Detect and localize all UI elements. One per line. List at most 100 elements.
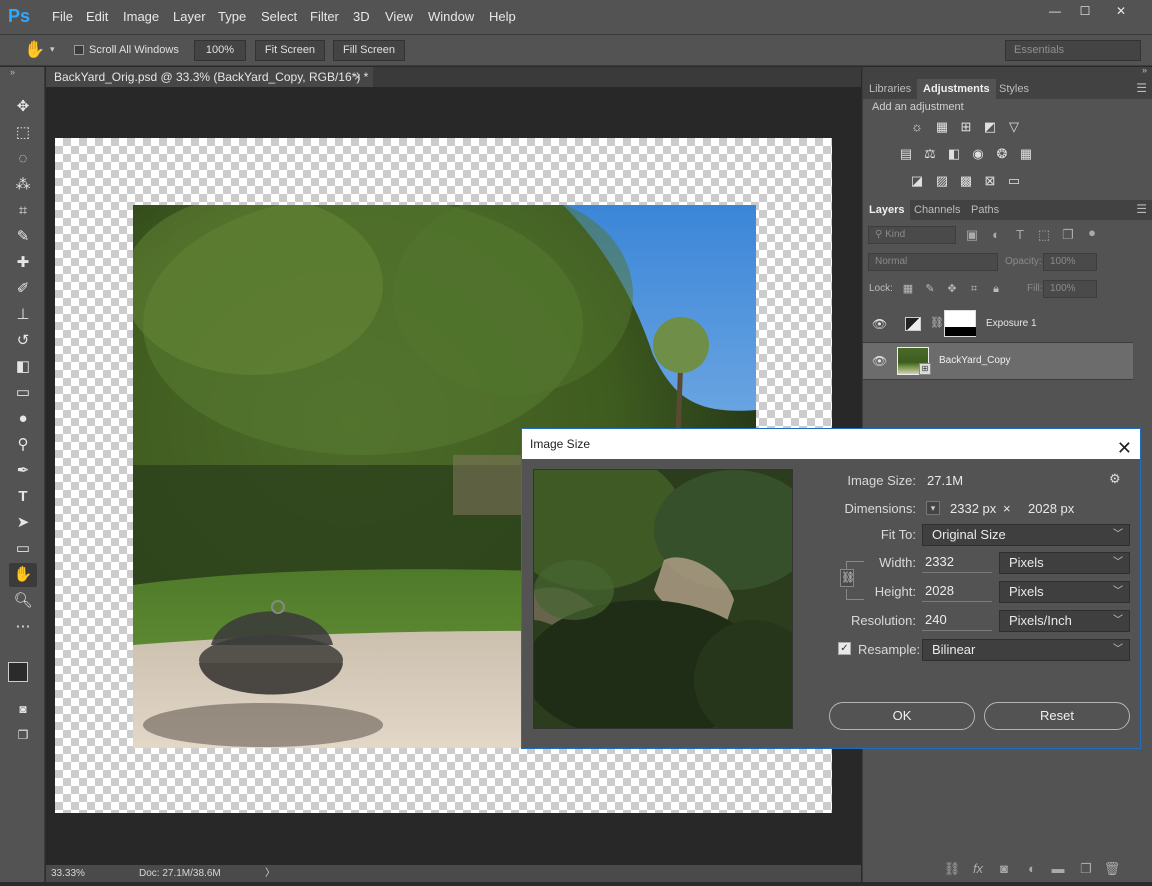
minimize-button[interactable]: — — [1040, 2, 1070, 20]
type-tool-icon[interactable]: T — [9, 485, 37, 509]
new-group-icon[interactable]: ▬ — [1049, 861, 1067, 877]
document-tab[interactable]: BackYard_Orig.psd @ 33.3% (BackYard_Copy… — [46, 67, 373, 87]
ok-button[interactable]: OK — [829, 702, 975, 730]
marquee-tool-icon[interactable]: ⬚ — [9, 121, 37, 145]
exposure-icon[interactable]: ◩ — [981, 119, 999, 135]
status-menu-arrow-icon[interactable]: 〉 — [265, 865, 275, 882]
selective-color-icon[interactable]: ⊠ — [981, 173, 999, 189]
quick-select-tool-icon[interactable]: ⁂ — [9, 173, 37, 197]
gradient-tool-icon[interactable]: ▭ — [9, 381, 37, 405]
eraser-tool-icon[interactable]: ◧ — [9, 355, 37, 379]
maximize-button[interactable]: ☐ — [1070, 2, 1100, 20]
close-tab-icon[interactable]: × — [354, 67, 361, 87]
workspace-select[interactable]: Essentials — [1005, 40, 1141, 61]
lasso-tool-icon[interactable]: ◌ — [9, 147, 37, 171]
menu-window[interactable]: Window — [428, 9, 474, 24]
fit-screen-button[interactable]: Fit Screen — [255, 40, 325, 61]
layer-name[interactable]: BackYard_Copy — [939, 355, 1011, 366]
healing-brush-tool-icon[interactable]: ✚ — [9, 251, 37, 275]
menu-edit[interactable]: Edit — [86, 9, 108, 24]
tab-styles[interactable]: Styles — [993, 79, 1035, 99]
blur-tool-icon[interactable]: ● — [9, 407, 37, 431]
menu-help[interactable]: Help — [489, 9, 516, 24]
filter-toggle-icon[interactable]: ● — [1083, 225, 1101, 241]
move-tool-icon[interactable]: ✥ — [9, 95, 37, 119]
screen-mode-icon[interactable]: ❐ — [9, 723, 37, 747]
visibility-eye-icon[interactable]: 👁︎ — [872, 354, 887, 368]
filter-type-icon[interactable]: T — [1011, 227, 1029, 243]
menu-view[interactable]: View — [385, 9, 413, 24]
width-input[interactable]: 2332 — [922, 553, 992, 573]
quick-mask-icon[interactable]: ◙ — [9, 697, 37, 721]
layer-row[interactable]: 👁︎ ⊞ BackYard_Copy — [863, 343, 1133, 380]
tab-layers[interactable]: Layers — [863, 200, 911, 220]
brush-tool-icon[interactable]: ✐ — [9, 277, 37, 301]
expand-panels-icon[interactable]: » — [1142, 65, 1147, 75]
link-layers-icon[interactable]: ⛓︎ — [943, 861, 961, 877]
menu-type[interactable]: Type — [218, 9, 246, 24]
threshold-icon[interactable]: ▩ — [957, 173, 975, 189]
color-balance-icon[interactable]: ⚖ — [921, 146, 939, 162]
filter-smart-object-icon[interactable]: ❐ — [1059, 227, 1077, 243]
rectangle-tool-icon[interactable]: ▭ — [9, 537, 37, 561]
trash-icon[interactable]: 🗑︎ — [1103, 861, 1121, 877]
dialog-titlebar[interactable]: Image Size ✕ — [522, 429, 1140, 459]
dialog-close-icon[interactable]: ✕ — [1117, 433, 1132, 463]
layers-panel-menu-icon[interactable]: ☰ — [1136, 202, 1147, 216]
resample-checkbox[interactable]: ✓ — [838, 642, 851, 655]
invert-icon[interactable]: ◪ — [908, 173, 926, 189]
menu-file[interactable]: File — [52, 9, 73, 24]
scroll-all-checkbox[interactable] — [74, 45, 84, 55]
dodge-tool-icon[interactable]: ⚲ — [9, 433, 37, 457]
lock-artboard-icon[interactable]: ⌗ — [965, 281, 983, 297]
stamp-tool-icon[interactable]: ⊥ — [9, 303, 37, 327]
color-lookup-icon[interactable]: ▦ — [1017, 146, 1035, 162]
filter-pixel-icon[interactable]: ▣ — [963, 227, 981, 243]
opacity-field[interactable]: 100% — [1043, 253, 1097, 271]
settings-gear-icon[interactable]: ⚙ — [1109, 471, 1121, 487]
eyedropper-tool-icon[interactable]: ✎ — [9, 225, 37, 249]
new-layer-icon[interactable]: ❐ — [1077, 861, 1095, 877]
hue-saturation-icon[interactable]: ▤ — [897, 146, 915, 162]
curves-icon[interactable]: ⊞ — [957, 119, 975, 135]
layer-style-icon[interactable]: fx — [969, 861, 987, 877]
menu-layer[interactable]: Layer — [173, 9, 206, 24]
fill-field[interactable]: 100% — [1043, 280, 1097, 298]
lock-transparent-icon[interactable]: ▦ — [899, 281, 917, 297]
brightness-icon[interactable]: ☼ — [908, 119, 926, 135]
foreground-color-swatch[interactable] — [8, 662, 28, 682]
tab-libraries[interactable]: Libraries — [863, 79, 917, 99]
new-adjustment-layer-icon[interactable]: ◐ — [1023, 861, 1041, 877]
black-white-icon[interactable]: ◧ — [945, 146, 963, 162]
fill-screen-button[interactable]: Fill Screen — [333, 40, 405, 61]
image-preview[interactable] — [533, 469, 793, 729]
menu-3d[interactable]: 3D — [353, 9, 370, 24]
menu-filter[interactable]: Filter — [310, 9, 339, 24]
path-selection-tool-icon[interactable]: ➤ — [9, 511, 37, 535]
channel-mixer-icon[interactable]: ❂ — [993, 146, 1011, 162]
zoom-tool-icon[interactable]: 🔍︎ — [9, 589, 37, 613]
zoom-level[interactable]: 33.33% — [51, 865, 85, 882]
tab-channels[interactable]: Channels — [908, 200, 966, 220]
blend-mode-select[interactable]: Normal — [868, 253, 998, 271]
resolution-input[interactable]: 240 — [922, 611, 992, 631]
menu-image[interactable]: Image — [123, 9, 159, 24]
more-tools-icon[interactable]: ⋯ — [9, 615, 37, 639]
vibrance-icon[interactable]: ▽ — [1005, 119, 1023, 135]
zoom-100-button[interactable]: 100% — [194, 40, 246, 61]
pen-tool-icon[interactable]: ✒ — [9, 459, 37, 483]
posterize-icon[interactable]: ▨ — [933, 173, 951, 189]
tab-adjustments[interactable]: Adjustments — [917, 79, 996, 99]
height-unit-select[interactable]: Pixels ﹀ — [999, 581, 1130, 603]
lock-pixels-icon[interactable]: ✎ — [921, 281, 939, 297]
lock-position-icon[interactable]: ✥ — [943, 281, 961, 297]
resolution-unit-select[interactable]: Pixels/Inch ﹀ — [999, 610, 1130, 632]
height-input[interactable]: 2028 — [922, 582, 992, 602]
link-icon[interactable]: ⛓︎ — [930, 316, 944, 329]
reset-button[interactable]: Reset — [984, 702, 1130, 730]
collapse-arrows-icon[interactable]: » — [10, 67, 15, 77]
layer-mask-thumbnail[interactable] — [944, 310, 976, 337]
hand-tool-icon[interactable]: ✋ — [9, 563, 37, 587]
lock-all-icon[interactable]: 🔒︎ — [987, 281, 1005, 297]
kind-filter-select[interactable]: ⚲ Kind — [868, 226, 956, 244]
